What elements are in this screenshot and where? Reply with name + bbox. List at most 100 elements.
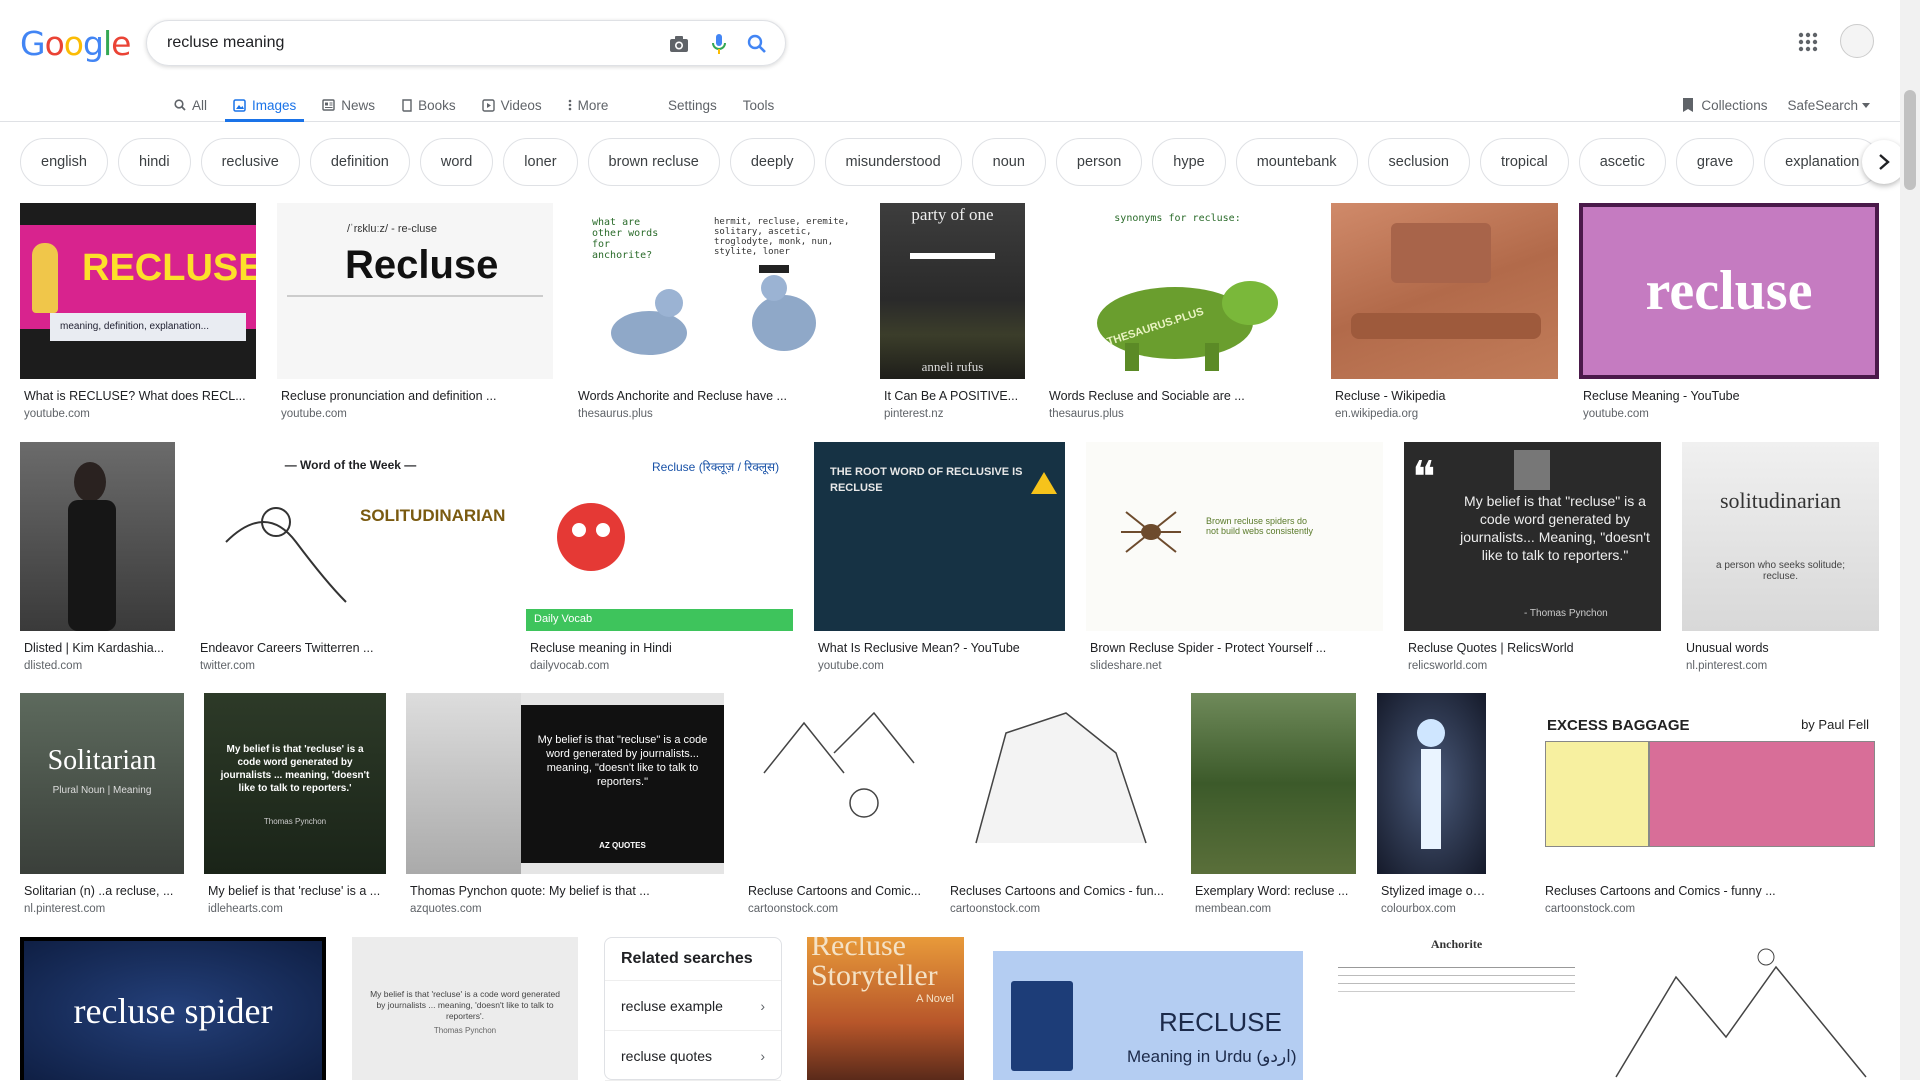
thumb-text: recluse bbox=[1645, 260, 1813, 322]
result-source: twitter.com bbox=[200, 660, 255, 672]
cartoon-image bbox=[1606, 937, 1879, 1080]
thumb-text: THE ROOT WORD OF RECLUSIVE IS RECLUSE bbox=[830, 466, 1023, 494]
thumb-sub: Meaning in Urdu (اردو) bbox=[1127, 1047, 1297, 1066]
image-result[interactable]: Anchorite bbox=[1328, 937, 1585, 1080]
triceratops-illustration bbox=[1097, 281, 1278, 371]
photo-person bbox=[20, 442, 175, 631]
result-caption: Dlisted | Kim Kardashia... bbox=[24, 641, 165, 655]
warning-triangle-icon bbox=[1031, 472, 1057, 494]
thumb-text: Recluse (रिक्लूज़ / रिक्लूस) bbox=[652, 460, 780, 474]
image-result[interactable]: Solitarian Plural Noun | Meaning Solitar… bbox=[20, 693, 184, 915]
result-source: membean.com bbox=[1195, 903, 1272, 915]
page-scrollbar[interactable] bbox=[1900, 0, 1920, 1080]
image-result[interactable]: EXCESS BAGGAGE by Paul Fell Recluses Car… bbox=[1541, 693, 1879, 915]
image-results-grid: RECLUSE meaning, definition, explanation… bbox=[0, 0, 1900, 1081]
result-source: nl.pinterest.com bbox=[1686, 660, 1768, 672]
image-result[interactable]: recluse Recluse Meaning - YouTube youtub… bbox=[1579, 203, 1879, 420]
result-caption: Solitarian (n) ..a recluse, ... bbox=[24, 884, 174, 898]
image-result[interactable]: Recluses Cartoons and Comics - fun... ca… bbox=[946, 693, 1171, 915]
result-source: en.wikipedia.org bbox=[1335, 408, 1419, 420]
result-caption: My belief is that 'recluse' is a ... bbox=[208, 884, 381, 898]
chevron-right-icon: › bbox=[760, 997, 765, 1014]
thumb-text: party of one bbox=[911, 205, 994, 224]
sketch-man-illustration bbox=[225, 507, 347, 603]
comic-panel bbox=[1545, 741, 1649, 847]
related-search-item[interactable]: recluse quotes › bbox=[605, 1031, 781, 1081]
result-caption: Stylized image of the r... bbox=[1381, 884, 1486, 898]
monastery-photo bbox=[1191, 693, 1356, 874]
thumb-sub: AZ QUOTES bbox=[599, 841, 646, 850]
image-result[interactable]: what are other words for anchorite? herm… bbox=[574, 203, 859, 420]
thumb-sub: a person who seeks solitude; recluse. bbox=[1716, 560, 1845, 582]
image-result[interactable]: /ˈrɛkluːz/ - re-cluse Recluse Recluse pr… bbox=[277, 203, 553, 420]
thumb-sub: Thomas Pynchon bbox=[263, 817, 327, 826]
image-result[interactable]: recluse spider bbox=[20, 937, 326, 1080]
result-caption: It Can Be A POSITIVE... bbox=[884, 389, 1019, 403]
result-source: cartoonstock.com bbox=[748, 903, 839, 915]
image-result[interactable]: My belief is that 'recluse' is a code wo… bbox=[352, 937, 578, 1080]
subtitle-bar bbox=[910, 253, 995, 259]
thumb-text: My belief is that 'recluse' is a code wo… bbox=[370, 989, 560, 1021]
thumb-text: My belief is that "recluse" is a code wo… bbox=[521, 705, 724, 863]
image-result[interactable]: My belief is that 'recluse' is a code wo… bbox=[204, 693, 386, 915]
image-result[interactable]: Stylized image of the r... colourbox.com bbox=[1377, 693, 1486, 915]
thumb-sub: Plural Noun | Meaning bbox=[52, 785, 152, 796]
result-caption: Endeavor Careers Twitterren ... bbox=[200, 641, 374, 655]
thumb-sub: Thomas Pynchon bbox=[433, 1026, 497, 1035]
result-source: pinterest.nz bbox=[884, 408, 944, 420]
image-result[interactable]: RECLUSE meaning, definition, explanation… bbox=[20, 203, 256, 420]
book-icon bbox=[1011, 981, 1073, 1071]
result-caption: Recluse Quotes | RelicsWorld bbox=[1408, 641, 1574, 655]
result-source: youtube.com bbox=[281, 408, 347, 420]
image-result[interactable]: Recluse - Wikipedia en.wikipedia.org bbox=[1331, 203, 1558, 420]
image-result[interactable]: solitudinarian a person who seeks solitu… bbox=[1682, 442, 1879, 672]
result-caption: Recluses Cartoons and Comics - fun... bbox=[950, 884, 1164, 898]
image-result[interactable]: Dlisted | Kim Kardashia... dlisted.com bbox=[20, 442, 175, 672]
spider-icon bbox=[1121, 511, 1181, 553]
result-caption: Unusual words bbox=[1686, 641, 1769, 655]
result-source: youtube.com bbox=[818, 660, 884, 672]
result-caption: Words Recluse and Sociable are ... bbox=[1049, 389, 1245, 403]
image-result[interactable]: RECLUSE Meaning in Urdu (اردو) bbox=[989, 937, 1307, 1080]
result-caption: Thomas Pynchon quote: My belief is that … bbox=[410, 884, 650, 898]
scrollbar-thumb[interactable] bbox=[1904, 90, 1916, 190]
image-result[interactable]: synonyms for recluse: THESAURUS.PLUS Wor… bbox=[1045, 203, 1310, 420]
result-source: relicsworld.com bbox=[1408, 660, 1488, 672]
result-source: slideshare.net bbox=[1090, 660, 1162, 672]
thumb-text: My belief is that "recluse" is a code wo… bbox=[1460, 493, 1650, 563]
image-result[interactable] bbox=[1606, 937, 1879, 1080]
image-result[interactable]: Exemplary Word: recluse ... membean.com bbox=[1191, 693, 1356, 915]
result-caption: Exemplary Word: recluse ... bbox=[1195, 884, 1349, 898]
open-quote-icon: ❝ bbox=[1412, 453, 1436, 502]
author-photo bbox=[406, 693, 521, 874]
related-searches-panel: Related searches recluse example › reclu… bbox=[604, 937, 782, 1081]
image-result[interactable]: — Word of the Week — SOLITUDINARIAN Ende… bbox=[196, 442, 505, 672]
result-caption: Recluse - Wikipedia bbox=[1335, 389, 1446, 403]
pigeons-illustration bbox=[611, 265, 816, 355]
result-caption: Recluse meaning in Hindi bbox=[530, 641, 672, 655]
thumb-sub: Daily Vocab bbox=[526, 609, 793, 631]
thumb-sub: by Paul Fell bbox=[1801, 717, 1869, 732]
thumb-sub: /ˈrɛkluːz/ - re-cluse bbox=[347, 223, 437, 235]
image-result[interactable]: THE ROOT WORD OF RECLUSIVE IS RECLUSE Wh… bbox=[814, 442, 1065, 672]
stone-carving-image bbox=[1331, 203, 1558, 379]
image-result[interactable]: Recluse Cartoons and Comic... cartoonsto… bbox=[744, 693, 925, 915]
thumb-text: RECLUSE bbox=[1159, 1007, 1282, 1037]
image-result[interactable]: My belief is that "recluse" is a code wo… bbox=[406, 693, 724, 915]
image-result[interactable]: Recluse Storyteller A Novel bbox=[807, 937, 964, 1080]
image-result[interactable]: ❝ My belief is that "recluse" is a code … bbox=[1404, 442, 1661, 672]
result-source: idlehearts.com bbox=[208, 903, 283, 915]
related-search-item[interactable]: recluse example › bbox=[605, 981, 781, 1031]
result-caption: Recluse pronunciation and definition ... bbox=[281, 389, 497, 403]
effigy-illustration bbox=[1351, 223, 1541, 339]
result-source: azquotes.com bbox=[410, 903, 482, 915]
chevron-right-icon: › bbox=[760, 1047, 765, 1064]
image-result[interactable]: Recluse (रिक्लूज़ / रिक्लूस) Daily Vocab… bbox=[526, 442, 793, 672]
result-caption: Words Anchorite and Recluse have ... bbox=[578, 389, 787, 403]
thumb-text: solitudinarian bbox=[1720, 488, 1841, 513]
cartoon-image bbox=[946, 693, 1171, 874]
result-source: cartoonstock.com bbox=[950, 903, 1041, 915]
image-result[interactable]: party of one anneli rufus It Can Be A PO… bbox=[880, 203, 1025, 420]
result-source: thesaurus.plus bbox=[578, 408, 653, 420]
image-result[interactable]: Brown recluse spiders do not build webs … bbox=[1086, 442, 1383, 672]
